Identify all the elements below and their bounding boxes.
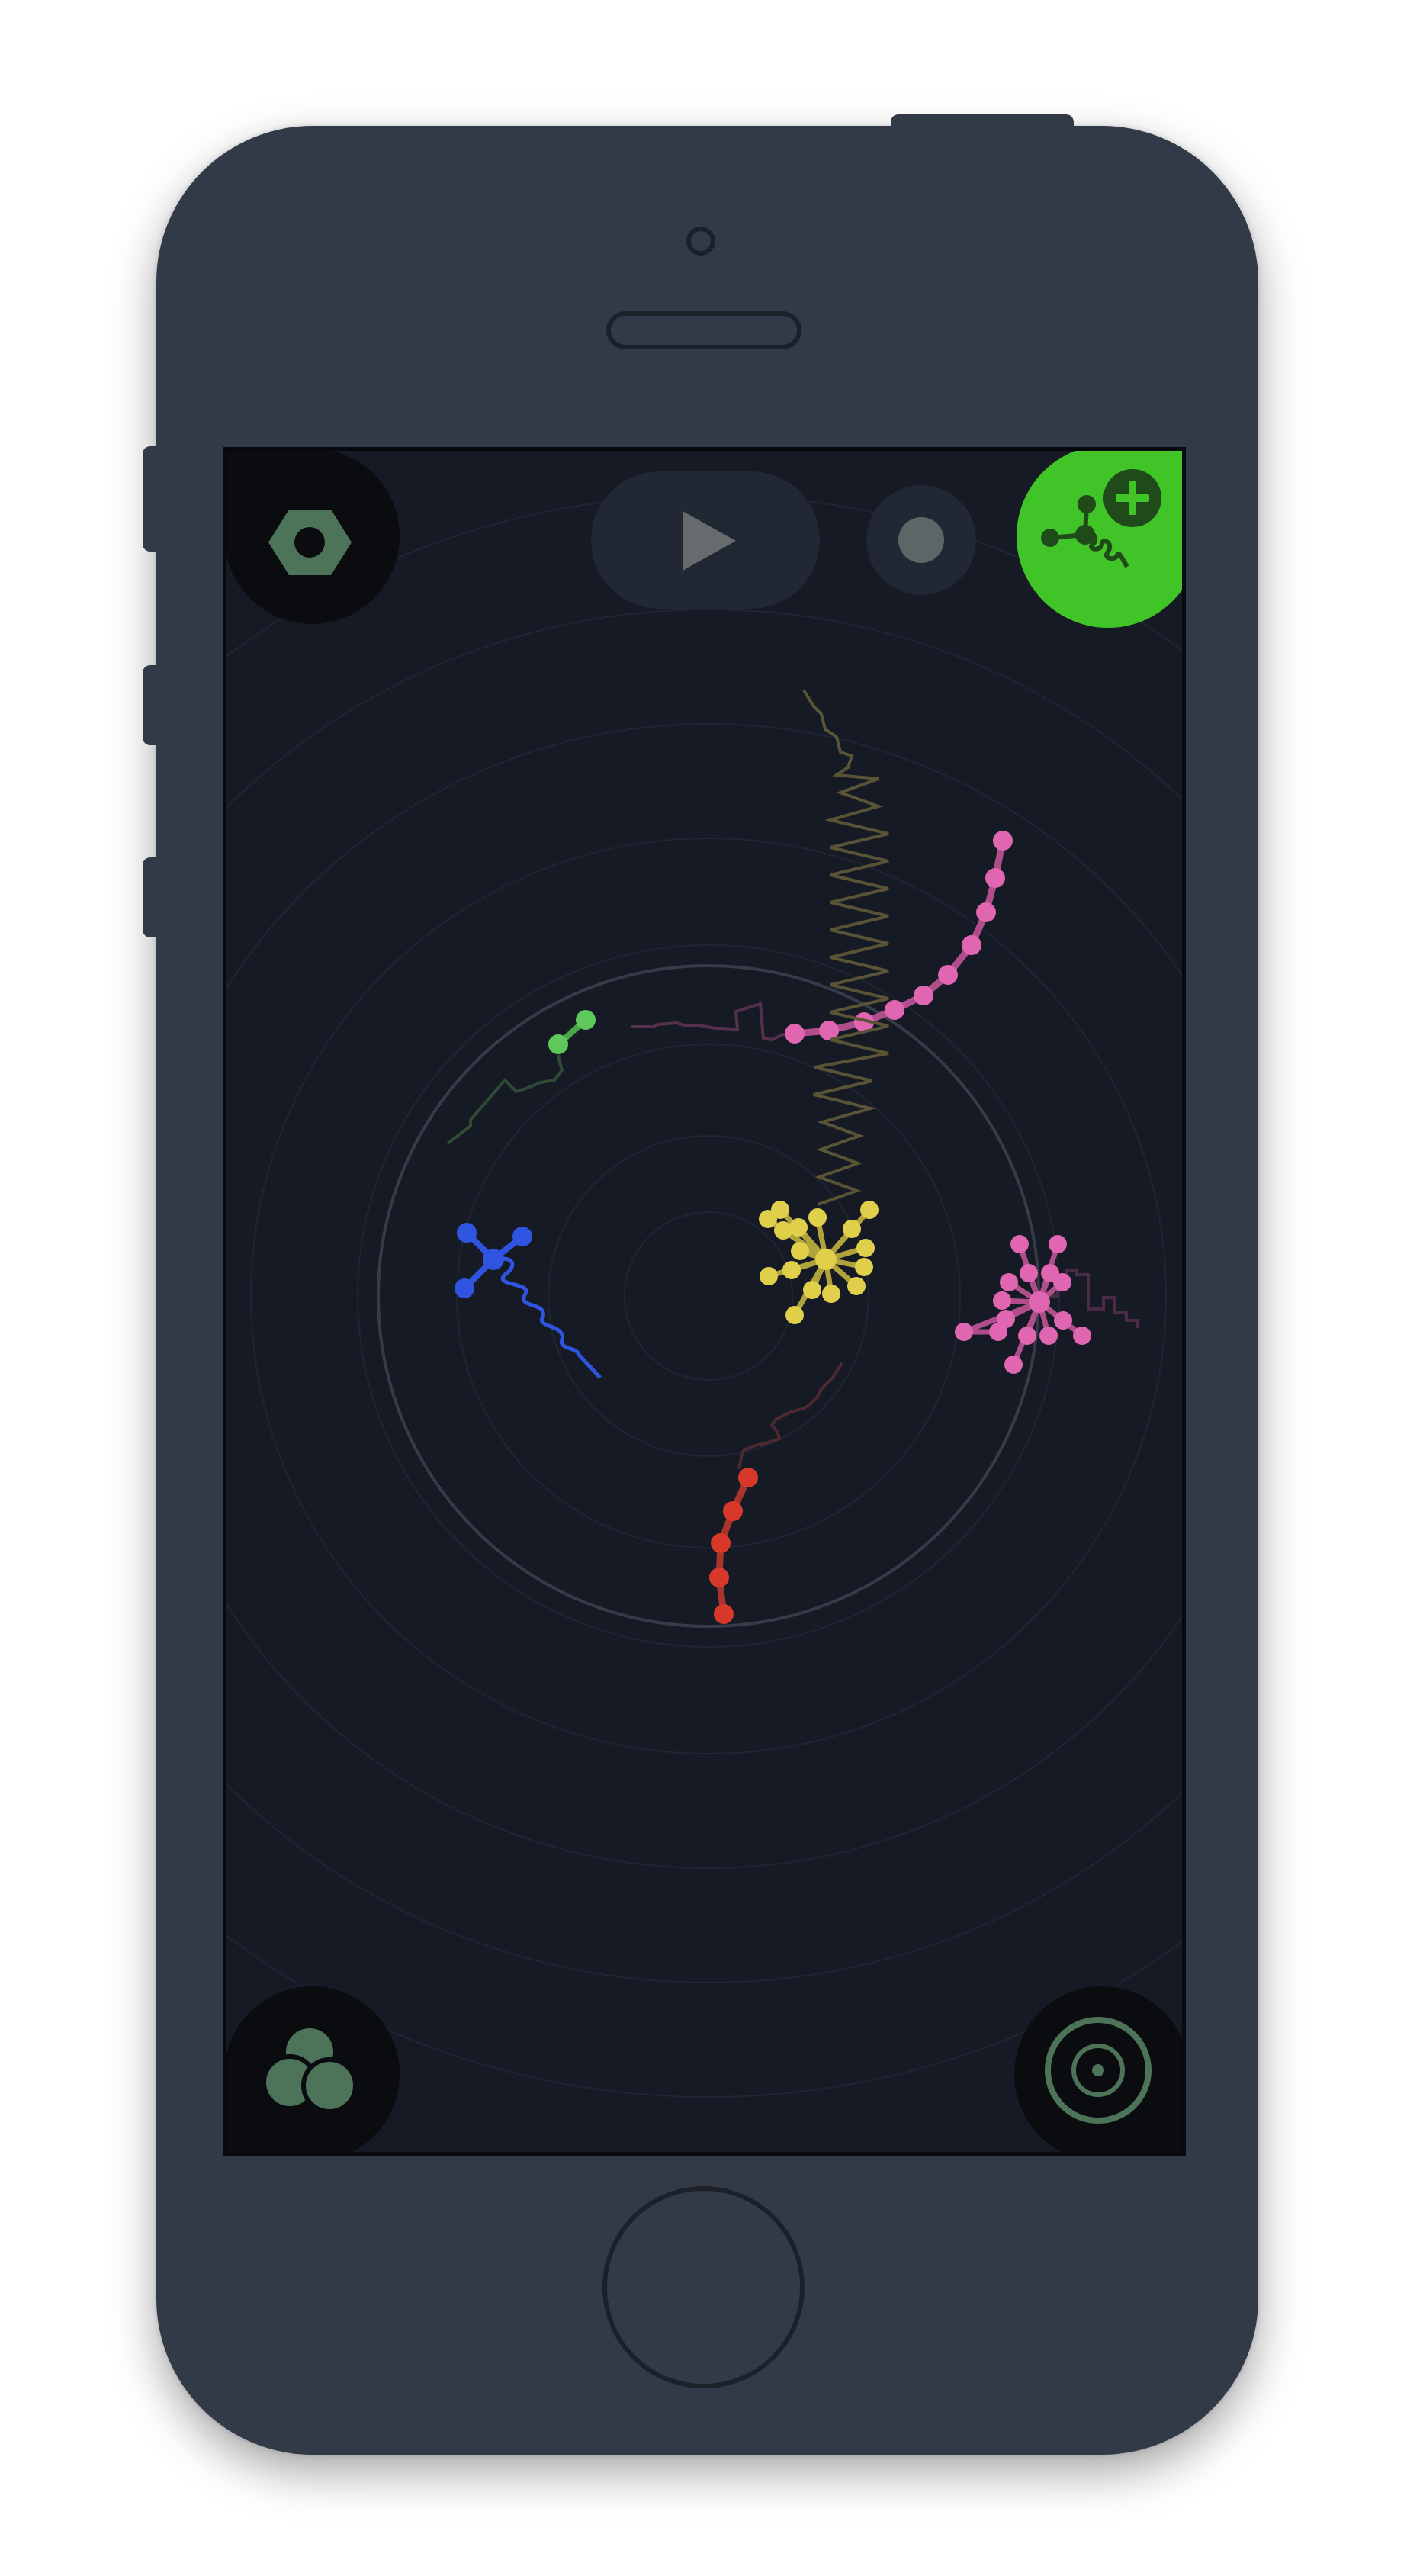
volume-down-button[interactable] [143,857,159,937]
creature-blue-cross[interactable] [455,1223,602,1379]
front-camera [686,227,715,256]
power-button[interactable] [891,114,1074,131]
creature-pink-star[interactable] [955,1235,1139,1374]
creatures-layer [446,689,1139,1624]
play-triangle-icon [683,511,736,571]
creature-pink-chain[interactable] [631,831,1013,1044]
record-button[interactable] [866,485,976,595]
creature-green-chain[interactable] [446,1010,596,1145]
creature-red-chain[interactable] [709,1362,843,1624]
creature-yellow-star[interactable] [759,689,889,1324]
palette-button[interactable] [226,1986,400,2152]
dot-icon [898,517,944,563]
earpiece-speaker [606,311,801,349]
hexagon-nut-icon [268,510,352,575]
volume-up-button[interactable] [143,665,159,745]
mute-switch[interactable] [143,446,159,552]
target-button[interactable] [1014,1986,1182,2152]
three-circles-icon [262,2024,358,2114]
concentric-target-icon [1045,2017,1152,2124]
home-button[interactable] [602,2186,805,2388]
app-screen [223,447,1186,2156]
settings-button[interactable] [226,451,400,624]
play-button[interactable] [591,471,820,609]
